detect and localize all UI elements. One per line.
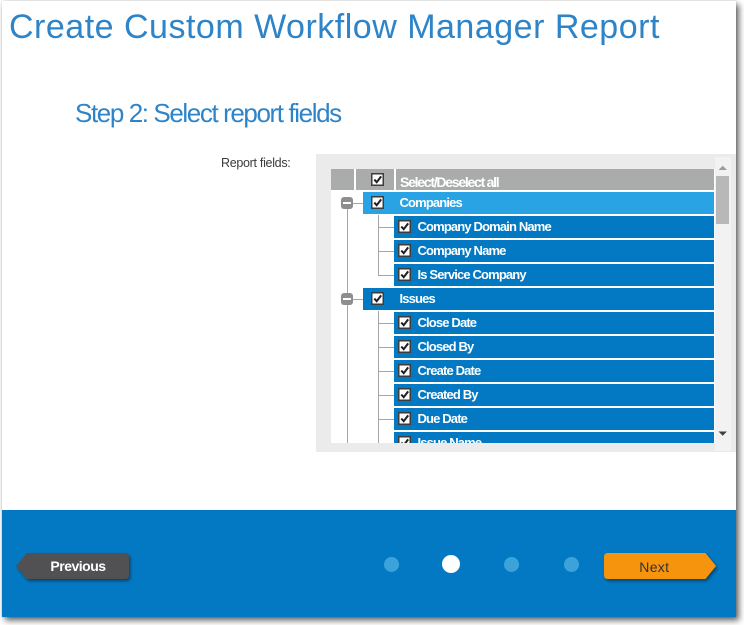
svg-text:Next: Next	[639, 559, 669, 575]
svg-text:Previous: Previous	[50, 558, 106, 574]
